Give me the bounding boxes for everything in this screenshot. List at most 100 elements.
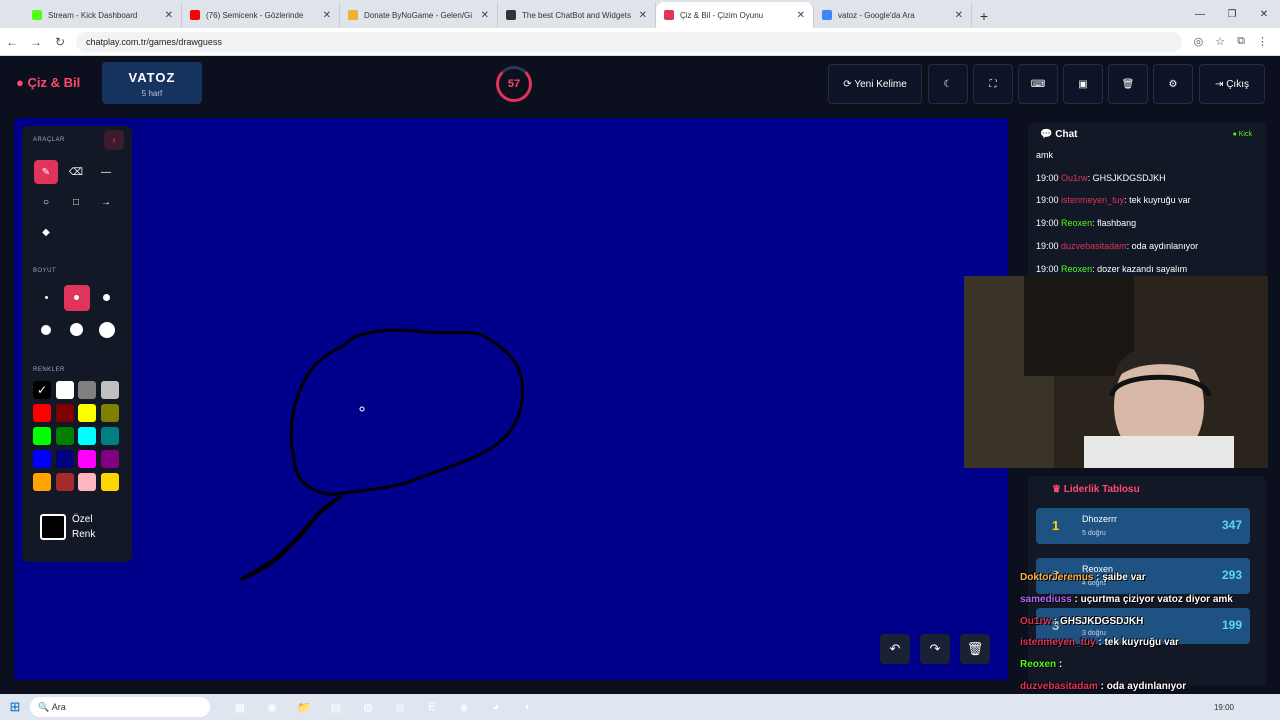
browser-tab[interactable]: vatoz - Google'da Ara ✕ bbox=[814, 2, 972, 28]
size-option-5[interactable] bbox=[70, 323, 83, 336]
size-option-4[interactable] bbox=[41, 325, 51, 335]
url-field[interactable]: chatplay.com.tr/games/drawguess bbox=[76, 31, 1182, 52]
archive-button[interactable]: ▣ bbox=[1063, 64, 1103, 104]
circle-tool[interactable]: ○ bbox=[34, 190, 58, 214]
chat-text: : oda aydınlanıyor bbox=[1126, 240, 1199, 251]
brush-icon: ✎ bbox=[41, 166, 51, 178]
browser-tab[interactable]: Çiz & Bil - Çizim Oyunu ✕ bbox=[656, 2, 814, 28]
exit-button[interactable]: ⇥ Çıkış bbox=[1199, 64, 1265, 104]
color-swatch[interactable] bbox=[78, 381, 96, 399]
menu-icon[interactable]: ⋮ bbox=[1257, 35, 1268, 48]
line-tool[interactable]: — bbox=[94, 160, 118, 184]
chat-text: : flashbang bbox=[1092, 218, 1137, 229]
trash-icon: 🗑 bbox=[1121, 78, 1135, 90]
size-option-3[interactable] bbox=[103, 294, 110, 301]
new-word-button[interactable]: ⟳ Yeni Kelime bbox=[828, 64, 922, 104]
color-swatch[interactable] bbox=[100, 450, 119, 468]
color-swatch[interactable] bbox=[78, 427, 96, 445]
overlay-message: DoktorJeremus : şaibe var bbox=[1020, 572, 1146, 583]
color-swatch[interactable]: ✓ bbox=[33, 381, 51, 399]
browser-tab[interactable]: Donate ByNoGame - Gelen/Gi ✕ bbox=[340, 2, 498, 28]
overlay-user: Ou1rw bbox=[1020, 615, 1052, 627]
windows-start-icon[interactable]: ⊞ bbox=[0, 699, 30, 715]
reload-icon[interactable]: ↻ bbox=[48, 35, 72, 49]
color-swatch[interactable] bbox=[100, 404, 119, 422]
minimize-icon[interactable]: — bbox=[1184, 0, 1216, 28]
color-swatch[interactable] bbox=[55, 404, 74, 422]
custom-color-label[interactable]: Özel Renk bbox=[72, 512, 95, 542]
trash-button[interactable]: 🗑 bbox=[1108, 64, 1148, 104]
size-option-1[interactable] bbox=[45, 296, 48, 299]
close-tab-icon[interactable]: ✕ bbox=[955, 10, 963, 21]
forward-icon[interactable]: → bbox=[24, 35, 48, 49]
rank: 1 bbox=[1052, 518, 1060, 533]
close-tab-icon[interactable]: ✕ bbox=[797, 10, 805, 21]
chat-app-icon[interactable]: ◐ bbox=[514, 696, 542, 718]
color-swatch[interactable] bbox=[100, 381, 119, 399]
custom-color-line2: Renk bbox=[72, 529, 96, 540]
size-option-2[interactable] bbox=[64, 285, 90, 311]
custom-color-swatch[interactable] bbox=[40, 514, 66, 540]
color-swatch[interactable] bbox=[33, 404, 51, 422]
overlay-text: : şaibe var bbox=[1093, 572, 1146, 583]
obs-icon[interactable]: ◎ bbox=[386, 696, 414, 718]
app-icon[interactable]: ◈ bbox=[450, 696, 478, 718]
redo-button[interactable]: ↷ bbox=[920, 634, 950, 664]
rectangle-tool[interactable]: □ bbox=[64, 190, 88, 214]
arrow-tool[interactable]: → bbox=[94, 190, 118, 214]
browser-tab[interactable]: Stream - Kick Dashboard ✕ bbox=[24, 2, 182, 28]
taskbar-search[interactable]: 🔍 Ara bbox=[30, 697, 210, 717]
chat-time: 19:00 bbox=[1036, 240, 1059, 251]
color-swatch[interactable] bbox=[78, 404, 96, 422]
color-swatch[interactable] bbox=[33, 450, 51, 468]
epic-icon[interactable]: E bbox=[418, 696, 446, 718]
secret-word-box: VATOZ 5 harf bbox=[102, 62, 202, 104]
settings-button[interactable]: ⚙ bbox=[1153, 64, 1193, 104]
dark-mode-button[interactable]: ☾ bbox=[928, 64, 968, 104]
player-name: Dhozerrr bbox=[1082, 514, 1118, 524]
fill-tool[interactable]: ◆ bbox=[34, 220, 58, 244]
leaderboard-row: 1 Dhozerrr 5 doğru 347 bbox=[1036, 508, 1250, 544]
size-option-6[interactable] bbox=[99, 322, 115, 338]
close-tab-icon[interactable]: ✕ bbox=[323, 10, 331, 21]
eye-off-icon[interactable]: ◎ bbox=[1194, 35, 1204, 48]
undo-button[interactable]: ↶ bbox=[880, 634, 910, 664]
colors-title: RENKLER bbox=[33, 367, 65, 373]
extensions-icon[interactable]: ⧉ bbox=[1237, 35, 1245, 48]
color-swatch[interactable] bbox=[100, 427, 119, 445]
clear-canvas-button[interactable]: 🗑 bbox=[960, 634, 990, 664]
close-tab-icon[interactable]: ✕ bbox=[165, 10, 173, 21]
drawing-canvas[interactable] bbox=[14, 118, 1008, 680]
star-icon[interactable]: ☆ bbox=[1215, 35, 1225, 48]
color-swatch[interactable] bbox=[33, 427, 51, 445]
overlay-message: Ou1rw : GHSJKDGSDJKH bbox=[1020, 616, 1143, 627]
chrome-icon[interactable]: ◍ bbox=[354, 696, 382, 718]
color-swatch[interactable] bbox=[55, 427, 74, 445]
color-swatch[interactable] bbox=[55, 450, 74, 468]
keyboard-button[interactable]: ⌨ bbox=[1018, 64, 1058, 104]
folder-icon[interactable]: 📁 bbox=[290, 696, 318, 718]
discord-icon[interactable]: ◕ bbox=[482, 696, 510, 718]
brush-tool[interactable]: ✎ bbox=[34, 160, 58, 184]
fullscreen-button[interactable]: ⛶ bbox=[973, 64, 1013, 104]
restore-icon[interactable]: ❐ bbox=[1216, 0, 1248, 28]
new-tab-button[interactable]: + bbox=[972, 4, 996, 28]
eraser-tool[interactable]: ⌫ bbox=[64, 160, 88, 184]
logout-icon: ⇥ bbox=[1215, 78, 1224, 90]
collapse-panel-button[interactable]: ‹ bbox=[104, 130, 124, 150]
task-view-icon[interactable]: ▦ bbox=[226, 696, 254, 718]
color-swatch[interactable] bbox=[33, 473, 51, 491]
back-icon[interactable]: ← bbox=[0, 35, 24, 49]
browser-tab[interactable]: (76) Semicenk - Gözlerinde ✕ bbox=[182, 2, 340, 28]
store-icon[interactable]: ▤ bbox=[322, 696, 350, 718]
close-tab-icon[interactable]: ✕ bbox=[639, 10, 647, 21]
color-swatch[interactable] bbox=[78, 450, 96, 468]
color-swatch[interactable] bbox=[78, 473, 96, 491]
steam-icon[interactable]: ◉ bbox=[258, 696, 286, 718]
color-swatch[interactable] bbox=[55, 381, 74, 399]
close-tab-icon[interactable]: ✕ bbox=[481, 10, 489, 21]
close-window-icon[interactable]: ✕ bbox=[1248, 0, 1280, 28]
color-swatch[interactable] bbox=[55, 473, 74, 491]
color-swatch[interactable] bbox=[100, 473, 119, 491]
browser-tab[interactable]: The best ChatBot and Widgets ✕ bbox=[498, 2, 656, 28]
